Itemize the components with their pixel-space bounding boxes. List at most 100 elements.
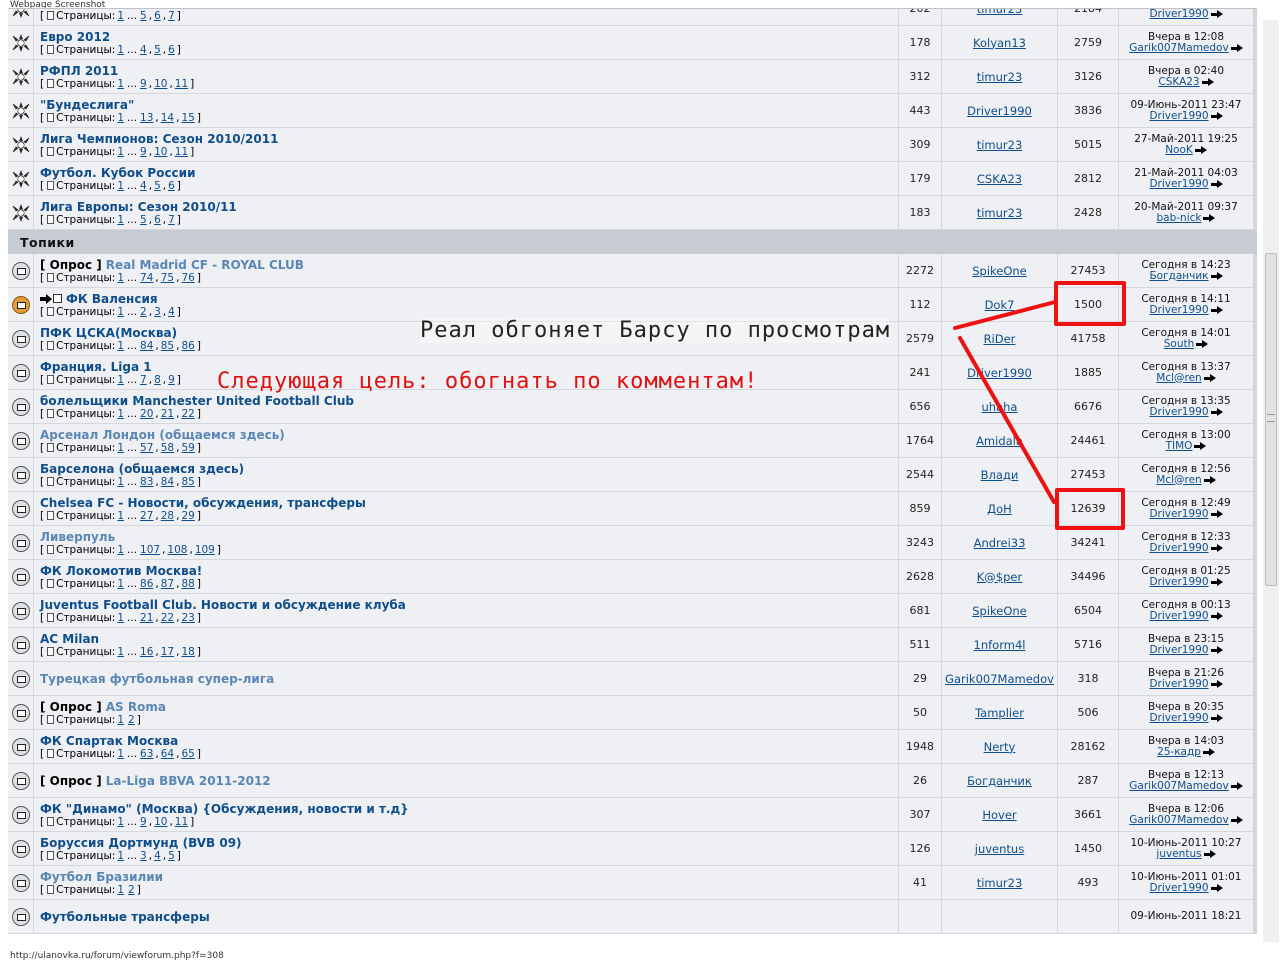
page-link[interactable]: 74: [140, 272, 153, 284]
page-link[interactable]: 1: [117, 214, 124, 226]
goto-last-post-icon[interactable]: [1210, 407, 1223, 417]
author-link[interactable]: Garik007Mamedov: [945, 672, 1054, 686]
page-link[interactable]: 6: [168, 44, 175, 56]
page-link[interactable]: 13: [140, 112, 153, 124]
page-link[interactable]: 21: [161, 408, 174, 420]
author-link[interactable]: SpikeOne: [972, 604, 1027, 618]
page-link[interactable]: 22: [161, 612, 174, 624]
page-link[interactable]: 1: [117, 884, 124, 896]
page-link[interactable]: 58: [161, 442, 174, 454]
last-post-user[interactable]: Driver1990: [1149, 882, 1208, 894]
goto-last-post-icon[interactable]: [1210, 179, 1223, 189]
last-post-user[interactable]: Driver1990: [1149, 542, 1208, 554]
goto-last-post-icon[interactable]: [1194, 441, 1207, 451]
page-link[interactable]: 86: [181, 340, 194, 352]
page-link[interactable]: 75: [161, 272, 174, 284]
goto-last-post-icon[interactable]: [1230, 43, 1243, 53]
page-link[interactable]: 22: [181, 408, 194, 420]
goto-last-post-icon[interactable]: [1210, 543, 1223, 553]
page-link[interactable]: 7: [168, 10, 175, 22]
page-link[interactable]: 6: [168, 180, 175, 192]
topic-link[interactable]: AS Roma: [106, 700, 166, 714]
subforum-link[interactable]: Футбол. Кубок России: [40, 166, 195, 180]
author-link[interactable]: uhaha: [982, 400, 1018, 414]
author-link[interactable]: Nerty: [984, 740, 1016, 754]
page-link[interactable]: 10: [154, 816, 167, 828]
goto-last-post-icon[interactable]: [1201, 77, 1214, 87]
page-link[interactable]: 9: [140, 146, 147, 158]
page-link[interactable]: 1: [117, 646, 124, 658]
last-post-user[interactable]: bab-nick: [1157, 212, 1202, 224]
last-post-user[interactable]: Driver1990: [1149, 110, 1208, 122]
page-link[interactable]: 5: [168, 850, 175, 862]
page-link[interactable]: 23: [181, 612, 194, 624]
page-link[interactable]: 57: [140, 442, 153, 454]
last-post-user[interactable]: Driver1990: [1149, 304, 1208, 316]
last-post-user[interactable]: Driver1990: [1149, 576, 1208, 588]
author-link[interactable]: timur23: [977, 9, 1023, 16]
page-link[interactable]: 9: [140, 78, 147, 90]
page-link[interactable]: 83: [140, 476, 153, 488]
page-link[interactable]: 1: [117, 442, 124, 454]
author-link[interactable]: SpikeOne: [972, 264, 1027, 278]
goto-last-post-icon[interactable]: [1203, 849, 1216, 859]
page-link[interactable]: 2: [140, 306, 147, 318]
goto-last-post-icon[interactable]: [1210, 111, 1223, 121]
page-link[interactable]: 109: [195, 544, 215, 556]
author-link[interactable]: K@$per: [977, 570, 1022, 584]
page-link[interactable]: 1: [117, 44, 124, 56]
topic-link[interactable]: Арсенал Лондон (общаемся здесь): [40, 428, 285, 442]
page-link[interactable]: 84: [140, 340, 153, 352]
last-post-user[interactable]: juventus: [1156, 848, 1201, 860]
topic-link[interactable]: ФК Спартак Москва: [40, 734, 178, 748]
page-link[interactable]: 15: [181, 112, 194, 124]
goto-last-post-icon[interactable]: [1210, 883, 1223, 893]
topic-link[interactable]: Футбол Бразилии: [40, 870, 163, 884]
author-link[interactable]: ДоН: [987, 502, 1012, 516]
page-link[interactable]: 4: [140, 44, 147, 56]
last-post-user[interactable]: Driver1990: [1149, 644, 1208, 656]
goto-last-post-icon[interactable]: [1210, 305, 1223, 315]
last-post-user[interactable]: Driver1990: [1149, 712, 1208, 724]
last-post-user[interactable]: Богданчик: [1149, 270, 1208, 282]
page-link[interactable]: 64: [161, 748, 174, 760]
goto-last-post-icon[interactable]: [1203, 213, 1216, 223]
last-post-user[interactable]: Driver1990: [1149, 9, 1208, 20]
last-post-user[interactable]: Garik007Mamedov: [1129, 780, 1228, 792]
page-link[interactable]: 11: [175, 816, 188, 828]
page-link[interactable]: 59: [181, 442, 194, 454]
page-link[interactable]: 18: [181, 646, 194, 658]
topic-link[interactable]: Juventus Football Club. Новости и обсужд…: [40, 598, 406, 612]
last-post-user[interactable]: TIMO: [1166, 440, 1193, 452]
topic-link[interactable]: Турецкая футбольная супер-лига: [40, 672, 274, 686]
page-link[interactable]: 1: [117, 180, 124, 192]
page-link[interactable]: 5: [140, 214, 147, 226]
last-post-user[interactable]: Mcl@ren: [1156, 372, 1201, 384]
author-link[interactable]: CSKA23: [977, 172, 1022, 186]
author-link[interactable]: Богданчик: [967, 774, 1032, 788]
page-link[interactable]: 87: [161, 578, 174, 590]
page-link[interactable]: 88: [181, 578, 194, 590]
page-link[interactable]: 4: [154, 850, 161, 862]
page-link[interactable]: 1: [117, 10, 124, 22]
page-link[interactable]: 5: [154, 44, 161, 56]
page-link[interactable]: 17: [161, 646, 174, 658]
page-link[interactable]: 10: [154, 146, 167, 158]
author-link[interactable]: timur23: [977, 206, 1023, 220]
page-link[interactable]: 3: [140, 850, 147, 862]
page-link[interactable]: 84: [161, 476, 174, 488]
page-link[interactable]: 1: [117, 374, 124, 386]
page-link[interactable]: 7: [140, 374, 147, 386]
author-link[interactable]: Tamplier: [975, 706, 1024, 720]
page-link[interactable]: 14: [161, 112, 174, 124]
author-link[interactable]: Andrei33: [974, 536, 1026, 550]
page-link[interactable]: 1: [117, 146, 124, 158]
page-link[interactable]: 1: [117, 340, 124, 352]
page-link[interactable]: 1: [117, 408, 124, 420]
subforum-link[interactable]: Евро 2012: [40, 30, 110, 44]
page-link[interactable]: 20: [140, 408, 153, 420]
goto-last-post-icon[interactable]: [1210, 645, 1223, 655]
page-link[interactable]: 107: [140, 544, 160, 556]
page-link[interactable]: 1: [117, 476, 124, 488]
last-post-user[interactable]: CSKA23: [1158, 76, 1199, 88]
